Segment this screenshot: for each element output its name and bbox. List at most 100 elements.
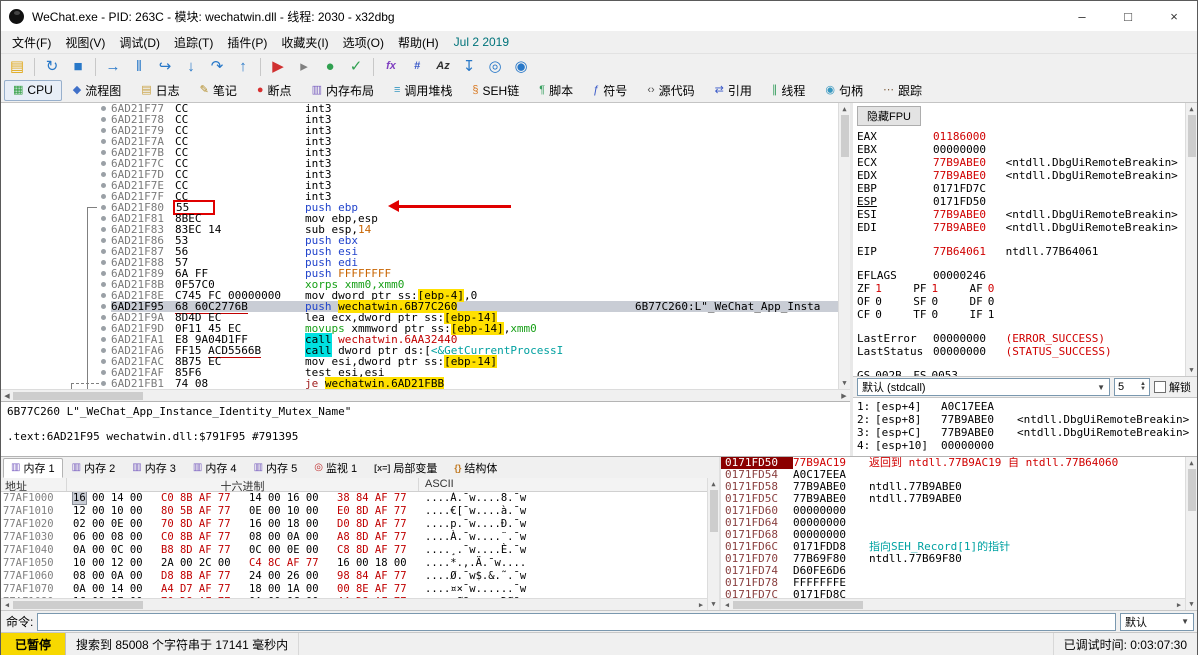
breakpoint-dot[interactable]	[97, 169, 111, 180]
breakpoint-dot[interactable]	[97, 114, 111, 125]
tab-dump-1[interactable]: ▥ 内存 1	[3, 458, 63, 478]
spinner-arrows-icon[interactable]: ▲ ▼	[1140, 381, 1146, 392]
breakpoint-dot[interactable]	[97, 147, 111, 158]
tab-dump-5[interactable]: ▥ 内存 5	[246, 458, 306, 478]
open-file-icon[interactable]: ▤	[5, 56, 29, 78]
calling-convention-select[interactable]: 默认 (stdcall) ▼	[857, 378, 1110, 396]
tab-dump-3[interactable]: ▥ 内存 3	[124, 458, 184, 478]
arguments-pane[interactable]: 1: [esp+4] A0C17EEA 2: [esp+8] 77B9ABE0 <ntdll…	[853, 398, 1197, 456]
breakpoint-dot[interactable]	[97, 235, 111, 246]
menu-item[interactable]: 选项(O)	[336, 32, 391, 53]
restart-icon[interactable]: ↻	[40, 56, 64, 78]
breakpoint-dot[interactable]	[97, 125, 111, 136]
tab-notes[interactable]: ✎ 笔记	[191, 80, 246, 101]
breakpoint-dot[interactable]	[97, 191, 111, 202]
stack-row[interactable]: 0171FD58 77B9ABE0 ntdll.77B9ABE0	[721, 481, 1185, 493]
stack-pane[interactable]: 0171FD50 77B9AC19 返回到 ntdll.77B9AC19 自 ntd…	[721, 457, 1197, 610]
dump-vscrollbar[interactable]: ▲ ▼	[707, 478, 719, 610]
menu-item[interactable]: 帮助(H)	[391, 32, 446, 53]
argument-row[interactable]: 2: [esp+8] 77B9ABE0 <ntdll.DbgUiRemoteBreak…	[857, 413, 1193, 426]
breakpoint-dot[interactable]	[97, 334, 111, 345]
scroll-thumb[interactable]	[733, 600, 863, 609]
argument-count-stepper[interactable]: 5 ▲ ▼	[1114, 378, 1150, 396]
maximize-button[interactable]: □	[1105, 1, 1151, 31]
tab-handles[interactable]: ◉ 句柄	[816, 80, 872, 101]
patches-icon[interactable]: ●	[318, 56, 342, 78]
tab-cpu[interactable]: ▦ CPU	[4, 80, 62, 101]
dump-row[interactable]: 77AF1000 16 00 14 00 C0 8B AF 77 14 00 16 0…	[1, 492, 707, 505]
scroll-left-icon[interactable]: ◀	[721, 601, 733, 609]
tab-log[interactable]: ▤ 日志	[132, 80, 188, 101]
register-row[interactable]: ESI 77B9ABE0 <ntdll.DbgUiRemoteBreakin>	[857, 208, 1181, 221]
breakpoint-dot[interactable]	[97, 290, 111, 301]
breakpoint-dot[interactable]	[97, 202, 111, 213]
registers-vscrollbar[interactable]: ▲ ▼	[1185, 103, 1197, 376]
tab-graph[interactable]: ◆ 流程图	[64, 80, 130, 101]
step-into-icon[interactable]: ↓	[179, 56, 203, 78]
tab-trace[interactable]: ⋯ 跟踪	[874, 80, 931, 101]
find-strings-icon[interactable]: Az	[431, 56, 455, 78]
seh-chain-icon[interactable]: ✓	[344, 56, 368, 78]
stack-row[interactable]: 0171FD7C 0171FD8C	[721, 589, 1185, 599]
dump-row[interactable]: 77AF1020 02 00 0E 00 70 8D AF 77 16 00 18 0…	[1, 518, 707, 531]
argument-row[interactable]: 1: [esp+4] A0C17EEA	[857, 400, 1193, 413]
breakpoint-dot[interactable]	[97, 378, 111, 389]
breakpoint-dot[interactable]	[97, 312, 111, 323]
register-row[interactable]: LastError 00000000 (ERROR_SUCCESS)	[857, 332, 1181, 345]
scroll-left-icon[interactable]: ◀	[1, 392, 13, 400]
tab-script[interactable]: ¶ 脚本	[530, 80, 582, 101]
menu-item[interactable]: 调试(D)	[112, 32, 167, 53]
scroll-thumb[interactable]	[840, 115, 849, 157]
scroll-right-icon[interactable]: ▶	[1173, 601, 1185, 609]
favourite-functions-icon[interactable]: fx	[379, 56, 403, 78]
dump-row[interactable]: 77AF1040 0A 00 0C 00 B8 8D AF 77 0C 00 0E 0…	[1, 544, 707, 557]
tab-source[interactable]: ‹› 源代码	[638, 80, 703, 101]
dump-row[interactable]: 77AF1050 10 00 12 00 2A 00 2C 00 C4 8C AF 7…	[1, 557, 707, 570]
breakpoint-dot[interactable]	[97, 323, 111, 334]
scroll-down-icon[interactable]: ▼	[708, 598, 719, 610]
scroll-down-icon[interactable]: ▼	[1186, 364, 1197, 376]
tab-memory-map[interactable]: ▥ 内存布局	[303, 80, 383, 101]
stack-row[interactable]: 0171FD6C 0171FDD8 指向SEH_Record[1]的指针	[721, 541, 1185, 553]
register-row[interactable]: ECX 77B9ABE0 <ntdll.DbgUiRemoteBreakin>	[857, 156, 1181, 169]
tab-symbols[interactable]: ƒ 符号	[584, 80, 636, 101]
flags-row[interactable]: CF 0 TF 0 IF 1	[857, 308, 1181, 321]
scroll-thumb[interactable]	[13, 600, 143, 609]
menu-item[interactable]: 收藏夹(I)	[274, 32, 335, 53]
trace-icon[interactable]: ▸	[292, 56, 316, 78]
menu-item[interactable]: 插件(P)	[220, 32, 274, 53]
flags-row[interactable]: ZF 1 PF 1 AF 0	[857, 282, 1181, 295]
scroll-up-icon[interactable]: ▲	[1186, 457, 1197, 469]
tab-locals[interactable]: [x=] 局部变量	[366, 458, 445, 478]
dump-row[interactable]: 77AF1060 08 00 0A 00 D8 8B AF 77 24 00 26 0…	[1, 570, 707, 583]
stack-row[interactable]: 0171FD50 77B9AC19 返回到 ntdll.77B9AC19 自 ntd…	[721, 457, 1185, 469]
breakpoint-dot[interactable]	[97, 279, 111, 290]
breakpoint-dot[interactable]	[97, 180, 111, 191]
dump-row[interactable]: 77AF1070 0A 00 14 00 A4 D7 AF 77 18 00 1A 0…	[1, 583, 707, 596]
run-until-return-icon[interactable]: ↪	[153, 56, 177, 78]
tab-references[interactable]: ⇄ 引用	[706, 80, 761, 101]
scroll-right-icon[interactable]: ▶	[838, 392, 850, 400]
minimize-button[interactable]: –	[1059, 1, 1105, 31]
breakpoint-dot[interactable]	[97, 136, 111, 147]
disasm-hscrollbar[interactable]: ◀ ▶	[1, 389, 850, 401]
references-globe-icon[interactable]: ◉	[509, 56, 533, 78]
breakpoint-dot[interactable]	[97, 158, 111, 169]
run-icon[interactable]: →	[101, 56, 125, 78]
scroll-down-icon[interactable]: ▼	[839, 377, 850, 389]
register-row[interactable]: EDI 77B9ABE0 <ntdll.DbgUiRemoteBreakin>	[857, 221, 1181, 234]
registers-pane[interactable]: 隐藏FPU EAX 01186000 EBX 00000000 ECX 77B9ABE0 …	[853, 103, 1197, 376]
stack-row[interactable]: 0171FD78 FFFFFFFE	[721, 577, 1185, 589]
scroll-up-icon[interactable]: ▲	[839, 103, 850, 115]
scroll-thumb[interactable]	[13, 391, 143, 400]
breakpoint-dot[interactable]	[97, 224, 111, 235]
breakpoint-dot[interactable]	[97, 268, 111, 279]
goto-icon[interactable]: ↧	[457, 56, 481, 78]
stack-row[interactable]: 0171FD5C 77B9ABE0 ntdll.77B9ABE0	[721, 493, 1185, 505]
breakpoint-dot[interactable]	[97, 345, 111, 356]
scroll-thumb[interactable]	[1187, 469, 1196, 511]
dump-row[interactable]: 77AF1030 06 00 08 00 C0 8B AF 77 08 00 0A 0…	[1, 531, 707, 544]
breakpoint-dot[interactable]	[97, 367, 111, 378]
disasm-vscrollbar[interactable]: ▲ ▼	[838, 103, 850, 389]
tab-watch-1[interactable]: ◎ 监视 1	[306, 458, 365, 478]
